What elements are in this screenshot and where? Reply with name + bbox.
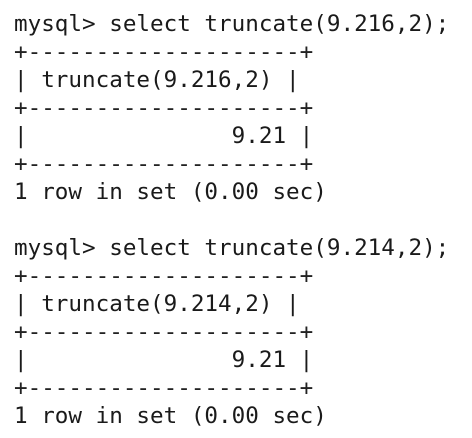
- result-summary: 1 row in set (0.00 sec): [14, 179, 327, 205]
- result-summary: 1 row in set (0.00 sec): [14, 403, 327, 429]
- terminal-output: mysql> select truncate(9.216,2); +------…: [0, 0, 472, 438]
- table-border-top: +--------------------+: [14, 39, 314, 65]
- table-header-row: | truncate(9.216,2) |: [14, 67, 300, 93]
- table-value-row: | 9.21 |: [14, 347, 314, 373]
- table-border-middle: +--------------------+: [14, 319, 314, 345]
- command-line: mysql> select truncate(9.216,2);: [14, 11, 450, 37]
- table-value-row: | 9.21 |: [14, 123, 314, 149]
- table-border-middle: +--------------------+: [14, 95, 314, 121]
- table-border-top: +--------------------+: [14, 263, 314, 289]
- table-border-bottom: +--------------------+: [14, 151, 314, 177]
- table-border-bottom: +--------------------+: [14, 375, 314, 401]
- command-line: mysql> select truncate(9.214,2);: [14, 235, 450, 261]
- table-header-row: | truncate(9.214,2) |: [14, 291, 300, 317]
